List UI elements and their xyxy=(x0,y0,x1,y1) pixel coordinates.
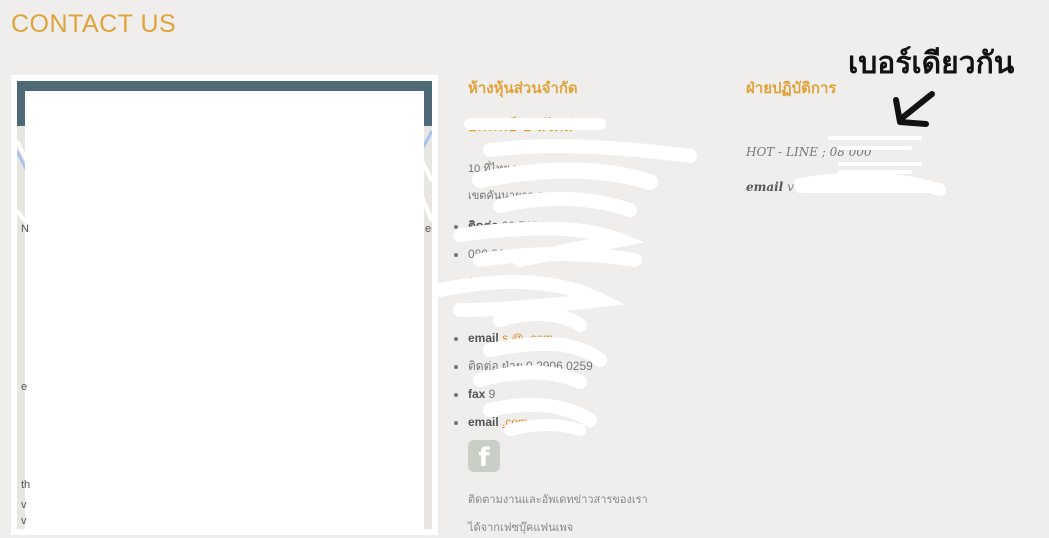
email-link[interactable]: .com xyxy=(502,415,528,429)
contact-value: 99 7178 , xyxy=(498,219,552,233)
contact-value: ติดต่อ ฝ่าย 0 2906 0259 xyxy=(468,359,593,373)
department-heading: ฝ่ายปฏิบัติการ xyxy=(746,79,837,97)
contact-value: 0 29 xyxy=(468,303,492,317)
address-line: 10 ที่ไทย มายาว xyxy=(468,163,546,175)
contact-value: 089 80 351 , xyxy=(468,247,535,261)
annotation-arrow-icon xyxy=(893,91,935,127)
list-item: email s @ .com xyxy=(468,324,593,352)
contact-label: ติดต่อ xyxy=(468,219,499,233)
list-item: ติดต่อ 99 7178 , xyxy=(468,212,593,240)
email-value: v @hotmail.com xyxy=(787,180,885,194)
map-edge-label: e xyxy=(21,381,28,393)
address-line: เขตคันนายาว กรุงเทพ xyxy=(468,190,574,202)
company-address: 10 ที่ไทย มายาว เขตคันนายาว กรุงเทพ xyxy=(468,156,718,210)
map-edge-label: N xyxy=(21,223,29,235)
facebook-icon[interactable]: f xyxy=(468,440,500,473)
follow-text: ติดตามงานและอัพเดทข่าวสารของเรา xyxy=(468,494,648,506)
map-frame[interactable]: N er e th v v xyxy=(11,75,438,535)
contact-label: email xyxy=(468,415,499,429)
company-heading: ห้างหุ้นส่วนจำกัด xyxy=(468,79,578,97)
list-item: fax 9 xyxy=(468,380,593,408)
contact-label: fax xyxy=(468,387,486,401)
follow-text: ได้จากเฟซบุ๊คแฟนเพจ xyxy=(468,522,574,534)
list-item: ติดต่อ ฝ่าย 0 2906 0259 xyxy=(468,352,593,380)
map-edge-label: th xyxy=(21,479,31,491)
list-item: 0 29 xyxy=(468,296,593,324)
email-link[interactable]: s @ .com xyxy=(502,331,553,345)
map-edge-label: er xyxy=(425,223,432,235)
map-edge-label: v xyxy=(21,499,27,511)
hotline-text: HOT - LINE ; 08 000 xyxy=(746,145,872,159)
map[interactable]: N er e th v v xyxy=(17,81,432,529)
page-title: CONTACT US xyxy=(11,10,177,38)
contact-list: ติดต่อ 99 7178 , 089 80 351 , 0 2 6 0 29… xyxy=(450,212,593,436)
map-edge-label: v xyxy=(21,515,27,527)
list-item: email .com xyxy=(468,408,593,436)
department-email: email v @hotmail.com xyxy=(746,180,885,194)
list-item: 0 2 6 xyxy=(468,268,593,296)
map-redaction xyxy=(25,91,424,529)
company-name: อ......อ็ อ สไตล์ xyxy=(468,117,573,135)
contact-value: 0 2 6 xyxy=(468,275,495,289)
contact-label: email xyxy=(468,331,499,345)
contact-value: 9 xyxy=(485,387,496,401)
list-item: 089 80 351 , xyxy=(468,240,593,268)
annotation-text: เบอร์เดียวกัน xyxy=(848,46,1015,81)
email-label: email xyxy=(746,180,784,194)
